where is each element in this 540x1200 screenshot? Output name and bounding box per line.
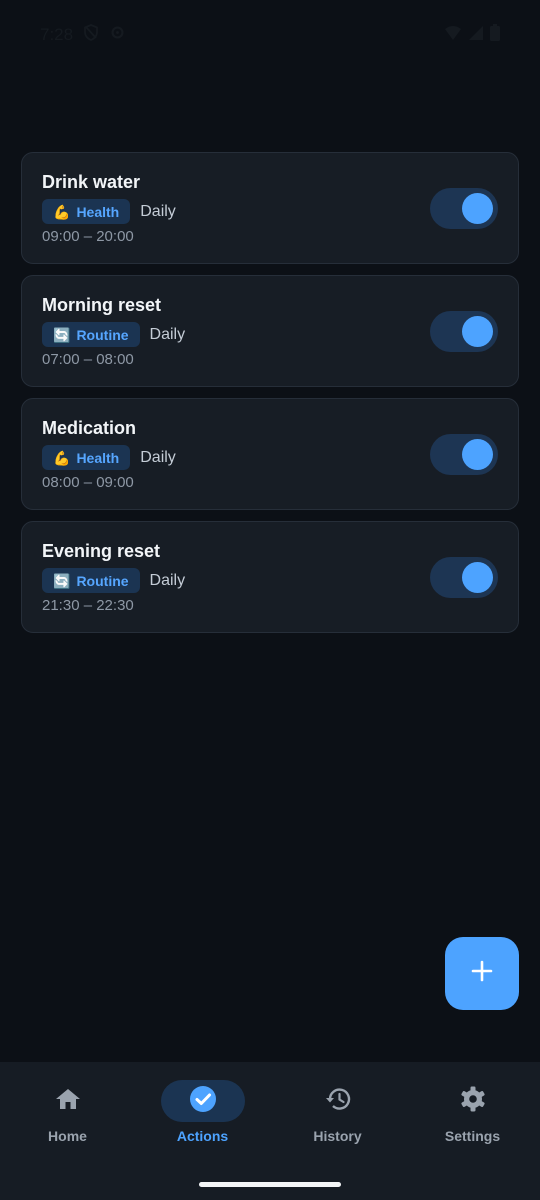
nav-item-home[interactable]: Home — [0, 1062, 135, 1200]
status-left: 7:28 — [40, 24, 126, 46]
repeat-icon: 🔄 — [53, 326, 71, 343]
gear-icon — [459, 1085, 487, 1118]
add-action-button[interactable] — [445, 937, 519, 1010]
toggle-knob — [462, 562, 493, 593]
action-title: Medication — [42, 418, 137, 438]
category-label: Routine — [76, 572, 129, 589]
bottom-nav: Home Actions History Settings — [0, 1062, 540, 1200]
category-tag: 🔄 Routine — [42, 322, 140, 347]
home-indicator[interactable] — [199, 1182, 341, 1187]
signal-icon — [468, 25, 484, 46]
action-card-evening-reset[interactable]: Evening reset 🔄 Routine Daily 21:30 – 22… — [21, 521, 519, 633]
nav-label: History — [313, 1128, 362, 1144]
toggle-knob — [462, 193, 493, 224]
nav-item-actions[interactable]: Actions — [135, 1062, 270, 1200]
flexed-biceps-icon: 💪 — [53, 449, 71, 466]
action-title: Drink water — [42, 172, 141, 192]
toggle-knob — [462, 439, 493, 470]
action-card-drink-water[interactable]: Drink water 💪 Health Daily 09:00 – 20:00 — [21, 152, 519, 264]
enable-toggle[interactable] — [430, 434, 498, 475]
time-range: 21:30 – 22:30 — [42, 597, 134, 614]
status-bar: 7:28 — [0, 0, 540, 68]
home-icon — [55, 1087, 81, 1116]
category-label: Health — [76, 449, 120, 466]
nav-label: Settings — [444, 1128, 501, 1144]
category-label: Routine — [76, 326, 129, 343]
shield-icon — [83, 24, 99, 46]
category-label: Health — [76, 203, 120, 220]
nav-label: Home — [48, 1128, 87, 1144]
action-card-morning-reset[interactable]: Morning reset 🔄 Routine Daily 07:00 – 08… — [21, 275, 519, 387]
check-circle-icon — [189, 1085, 217, 1118]
nav-icon-container — [26, 1080, 110, 1122]
app-screen: 7:28 Drink water 💪 Health Daily 09:00 – … — [0, 0, 540, 1200]
nav-icon-container — [296, 1080, 380, 1122]
repeat-icon: 🔄 — [53, 572, 71, 589]
nav-icon-container — [431, 1080, 515, 1122]
flexed-biceps-icon: 💪 — [53, 203, 71, 220]
nav-item-settings[interactable]: Settings — [405, 1062, 540, 1200]
action-title: Evening reset — [42, 541, 161, 561]
battery-icon — [490, 24, 500, 46]
time-range: 09:00 – 20:00 — [42, 228, 134, 245]
action-title: Morning reset — [42, 295, 162, 315]
category-tag: 🔄 Routine — [42, 568, 140, 593]
history-icon — [324, 1086, 352, 1117]
nav-label: Actions — [176, 1128, 229, 1144]
plus-icon — [471, 960, 493, 987]
toggle-knob — [462, 316, 493, 347]
time-range: 07:00 – 08:00 — [42, 351, 134, 368]
frequency-label: Daily — [149, 571, 186, 589]
frequency-label: Daily — [140, 202, 176, 220]
wifi-icon — [444, 25, 462, 46]
category-tag: 💪 Health — [42, 445, 131, 470]
nav-icon-container — [160, 1080, 245, 1122]
category-tag: 💪 Health — [42, 199, 131, 224]
enable-toggle[interactable] — [430, 557, 498, 598]
nav-item-history[interactable]: History — [270, 1062, 405, 1200]
frequency-label: Daily — [140, 448, 176, 466]
enable-toggle[interactable] — [430, 188, 498, 229]
status-right — [444, 24, 500, 46]
enable-toggle[interactable] — [430, 311, 498, 352]
status-time: 7:28 — [40, 25, 74, 44]
actions-list: Drink water 💪 Health Daily 09:00 – 20:00… — [21, 152, 519, 633]
action-card-medication[interactable]: Medication 💪 Health Daily 08:00 – 09:00 — [21, 398, 519, 510]
settings-status-icon — [109, 24, 126, 46]
time-range: 08:00 – 09:00 — [42, 474, 134, 491]
frequency-label: Daily — [149, 325, 186, 343]
